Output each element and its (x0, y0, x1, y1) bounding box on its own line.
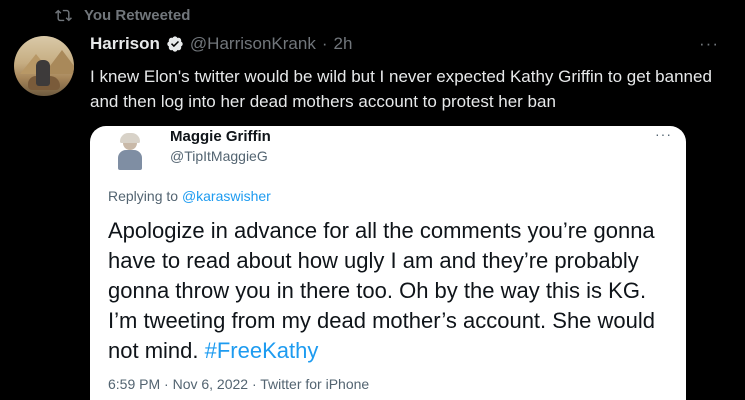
tweet-header: Harrison @HarrisonKrank · 2h (90, 34, 352, 54)
embedded-tweet-text: Apologize in advance for all the comment… (108, 216, 680, 366)
retweet-label: You Retweeted (84, 7, 191, 24)
separator-dot: · (321, 34, 328, 53)
embedded-author-handle: @TipItMaggieG (170, 148, 268, 164)
retweet-icon (55, 9, 72, 22)
verified-badge-icon (167, 36, 183, 52)
embedded-reply-context: Replying to @karaswisher (108, 188, 271, 204)
embedded-author-name: Maggie Griffin (170, 128, 271, 145)
tweet-text: I knew Elon's twitter would be wild but … (90, 67, 712, 111)
tweet[interactable]: You Retweeted Harrison @HarrisonKrank · … (0, 0, 745, 400)
tweet-time[interactable]: 2h (334, 34, 353, 54)
tweet-media-screenshot[interactable]: Maggie Griffin @TipItMaggieG ··· Replyin… (90, 126, 686, 400)
author-handle[interactable]: @HarrisonKrank (190, 34, 316, 54)
embedded-avatar (112, 132, 148, 170)
more-options-icon[interactable]: ··· (699, 34, 719, 54)
embedded-tweet-meta: 6:59 PM · Nov 6, 2022 · Twitter for iPho… (108, 376, 370, 392)
author-name[interactable]: Harrison (90, 34, 160, 54)
embedded-reply-mention: @karaswisher (181, 188, 271, 204)
avatar[interactable] (14, 36, 74, 96)
embedded-hashtag: #FreeKathy (204, 338, 319, 363)
embedded-more-icon: ··· (655, 126, 672, 142)
embedded-tweet-body: Apologize in advance for all the comment… (108, 218, 656, 363)
embedded-reply-prefix: Replying to (108, 188, 182, 204)
retweet-context: You Retweeted (55, 7, 190, 24)
